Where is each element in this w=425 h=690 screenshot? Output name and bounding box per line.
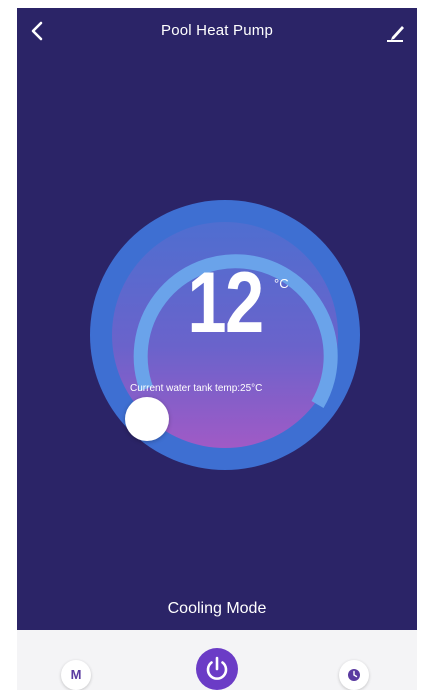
dial-knob[interactable] xyxy=(125,397,169,441)
header: Pool Heat Pump xyxy=(17,8,417,54)
set-temperature: 12 xyxy=(187,255,264,351)
clock-icon xyxy=(348,669,360,681)
mode-label: Cooling Mode xyxy=(167,600,267,617)
temperature-dial[interactable]: 12 °C Current water tank temp:25°C xyxy=(90,192,360,478)
page-title: Pool Heat Pump xyxy=(160,22,274,39)
edit-button[interactable] xyxy=(383,20,407,44)
power-button[interactable] xyxy=(196,648,238,690)
bottom-toolbar: M xyxy=(17,630,417,690)
timer-button[interactable] xyxy=(339,660,369,690)
current-water-temp: Current water tank temp:25°C xyxy=(130,383,263,394)
power-icon xyxy=(206,656,228,680)
pencil-icon xyxy=(387,26,404,42)
app-screen: Pool Heat Pump 12 °C Current water tank … xyxy=(17,8,417,690)
mode-button[interactable]: M xyxy=(61,660,91,690)
temperature-unit: °C xyxy=(274,276,289,291)
